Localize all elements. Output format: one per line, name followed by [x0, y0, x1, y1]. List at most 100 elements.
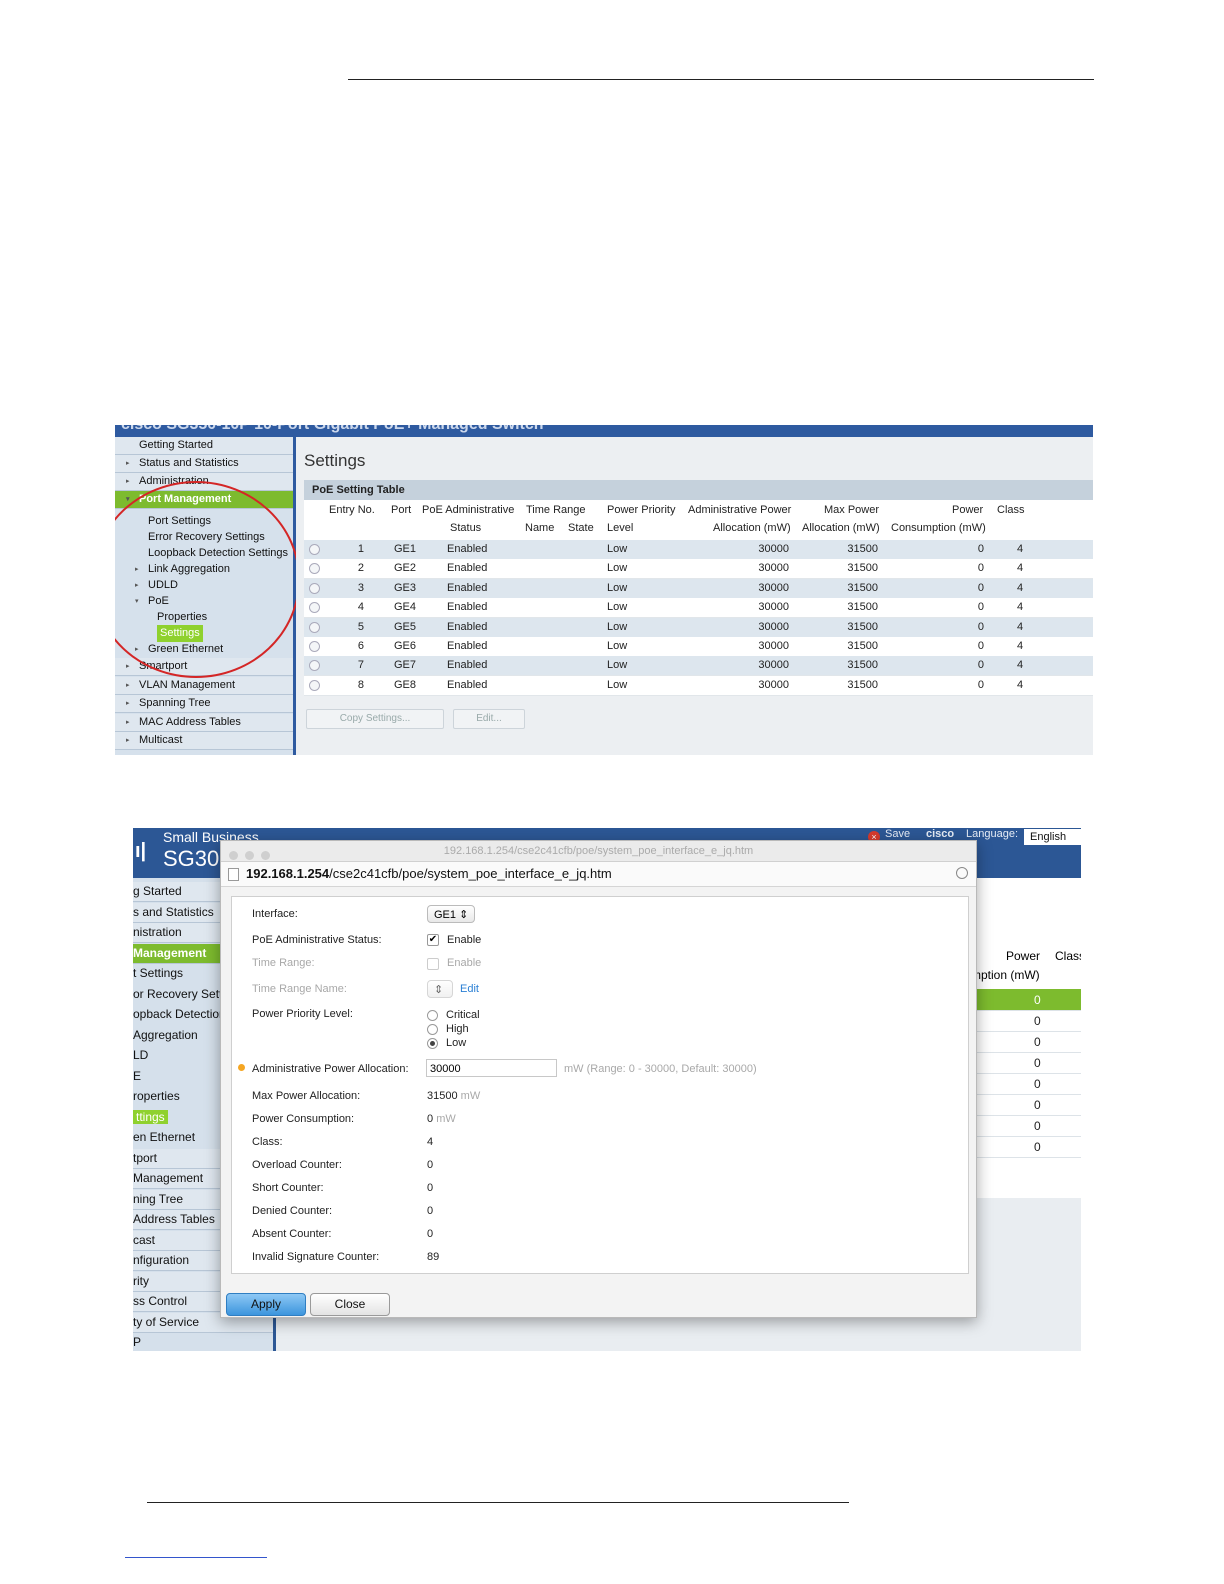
overload-counter-label: Overload Counter: — [252, 1159, 342, 1171]
row-select-radio[interactable] — [309, 660, 320, 672]
admin-status-checkbox[interactable]: ✔ — [427, 934, 439, 946]
sidebar-item-label: ttings — [133, 1109, 168, 1124]
cell-admin: 30000 — [758, 678, 789, 691]
header-class: Class — [997, 504, 1025, 516]
cell-priority: Low — [607, 659, 628, 672]
cisco-link[interactable]: cisco — [926, 828, 954, 840]
chevron-right-icon: ▸ — [126, 719, 130, 726]
sidebar-item-label: LD — [133, 1048, 149, 1062]
table-row[interactable]: 2 GE2 Enabled Low 30000 31500 0 4 — [304, 559, 1093, 580]
cell-max: 31500 — [847, 562, 878, 575]
interface-select[interactable]: GE1 ⇕ — [427, 905, 476, 923]
row-select-radio[interactable] — [309, 563, 320, 575]
max-alloc-number: 31500 — [427, 1090, 458, 1102]
edit-button[interactable]: Edit... — [453, 709, 525, 729]
bg-consumption-value: 0 — [1034, 1140, 1041, 1154]
sidebar-item[interactable]: P — [133, 1333, 273, 1351]
sidebar-item[interactable]: ▸ VLAN Management — [115, 677, 293, 695]
bg-consumption-value: 0 — [1034, 1077, 1041, 1091]
row-select-radio[interactable] — [309, 602, 320, 614]
sidebar-item[interactable]: ▸ Multicast — [115, 732, 293, 750]
bg-header-class: Class — [1055, 949, 1081, 963]
apply-button[interactable]: Apply — [226, 1293, 306, 1316]
bg-consumption-value: 0 — [1034, 1056, 1041, 1070]
priority-high-label: High — [446, 1023, 469, 1035]
row-select-radio[interactable] — [309, 679, 320, 691]
sidebar-item[interactable]: Getting Started — [115, 437, 293, 455]
zoom-icon[interactable] — [956, 867, 968, 879]
sidebar-item[interactable]: ▸ Spanning Tree — [115, 695, 293, 713]
bg-table-row: 0 — [968, 1073, 1081, 1095]
table-row[interactable]: 8 GE8 Enabled Low 30000 31500 0 4 — [304, 675, 1093, 696]
row-select-radio[interactable] — [309, 621, 320, 633]
language-select[interactable]: English — [1024, 829, 1081, 845]
table-row[interactable]: 3 GE3 Enabled Low 30000 31500 0 4 — [304, 578, 1093, 599]
cell-class: 4 — [1017, 543, 1024, 555]
sidebar-item[interactable]: ▸ Status and Statistics — [115, 455, 293, 473]
bg-table-row: 0 — [968, 1010, 1081, 1032]
header-time-range: Time Range — [526, 504, 586, 516]
cell-port: GE6 — [394, 640, 417, 652]
cell-port: GE4 — [394, 601, 417, 614]
sidebar-item-label: Spanning Tree — [139, 697, 211, 709]
cell-consumption: 0 — [977, 620, 984, 633]
table-row[interactable]: 5 GE5 Enabled Low 30000 31500 0 4 — [304, 617, 1093, 638]
cell-entry: 3 — [357, 581, 364, 594]
cell-admin: 30000 — [758, 659, 789, 672]
header-max-alloc: Allocation (mW) — [802, 522, 880, 534]
top-rule — [348, 79, 1094, 80]
row-select-radio[interactable] — [309, 582, 320, 594]
cell-consumption: 0 — [977, 678, 984, 691]
sidebar-item-label: Getting Started — [139, 439, 213, 451]
copy-settings-button[interactable]: Copy Settings... — [306, 709, 444, 729]
sidebar-item-label: Management — [133, 1171, 204, 1185]
cell-port: GE2 — [394, 562, 417, 575]
cell-priority: Low — [607, 562, 628, 575]
table-row[interactable]: 1 GE1 Enabled Low 30000 31500 0 4 — [304, 540, 1093, 560]
save-link[interactable]: Save — [885, 828, 910, 840]
close-window-icon[interactable] — [229, 851, 238, 860]
table-title: PoE Setting Table — [304, 480, 1093, 500]
cell-status: Enabled — [447, 601, 488, 614]
table-row[interactable]: 4 GE4 Enabled Low 30000 31500 0 4 — [304, 598, 1093, 619]
row-select-radio[interactable] — [309, 641, 320, 652]
sidebar-item-label: ty of Service — [133, 1314, 200, 1329]
class-label: Class: — [252, 1136, 283, 1148]
chevron-right-icon: ▸ — [126, 663, 130, 670]
cell-class: 4 — [1017, 659, 1024, 672]
minimize-window-icon[interactable] — [245, 851, 254, 860]
titlebar-url: 192.168.1.254/cse2c41cfb/poe/system_poe_… — [443, 845, 754, 857]
cell-max: 31500 — [847, 659, 878, 672]
admin-alloc-input[interactable]: 30000 — [426, 1059, 557, 1077]
time-range-checkbox[interactable] — [427, 958, 439, 970]
bg-consumption-value: 0 — [1034, 1119, 1041, 1133]
priority-critical-radio[interactable] — [427, 1010, 438, 1021]
maximize-window-icon[interactable] — [261, 851, 270, 860]
select-arrows-icon: ⇕ — [459, 909, 469, 921]
chevron-right-icon: ▸ — [126, 737, 130, 744]
cell-class: 4 — [1017, 601, 1024, 614]
sidebar-item[interactable]: ▸ MAC Address Tables — [115, 714, 293, 732]
address-bar[interactable]: 192.168.1.254/cse2c41cfb/poe/system_poe_… — [221, 862, 976, 887]
dialog-form: Interface: GE1 ⇕ PoE Administrative Stat… — [231, 896, 969, 1274]
cell-priority: Low — [607, 543, 628, 555]
cell-admin: 30000 — [758, 543, 789, 555]
time-range-name-select[interactable]: ⇕ — [427, 980, 453, 998]
cell-status: Enabled — [447, 678, 488, 691]
bg-table-row: 0 — [968, 1031, 1081, 1053]
priority-critical-label: Critical — [446, 1009, 480, 1021]
edit-time-range-link[interactable]: Edit — [460, 983, 479, 995]
sidebar-item-label: Aggregation — [133, 1027, 198, 1042]
cell-priority: Low — [607, 601, 628, 614]
footer-link-underline — [125, 1557, 267, 1558]
table-row[interactable]: 7 GE7 Enabled Low 30000 31500 0 4 — [304, 656, 1093, 677]
bg-header-power: Power — [1006, 949, 1041, 963]
row-select-radio[interactable] — [309, 544, 320, 555]
sidebar-item-label: ning Tree — [133, 1191, 184, 1206]
bg-consumption-value: 0 — [1034, 993, 1041, 1007]
priority-high-radio[interactable] — [427, 1024, 438, 1035]
table-row[interactable]: 6 GE6 Enabled Low 30000 31500 0 4 — [304, 637, 1093, 657]
overload-counter-value: 0 — [427, 1159, 434, 1171]
close-button[interactable]: Close — [310, 1293, 390, 1316]
priority-low-radio[interactable] — [427, 1038, 438, 1049]
